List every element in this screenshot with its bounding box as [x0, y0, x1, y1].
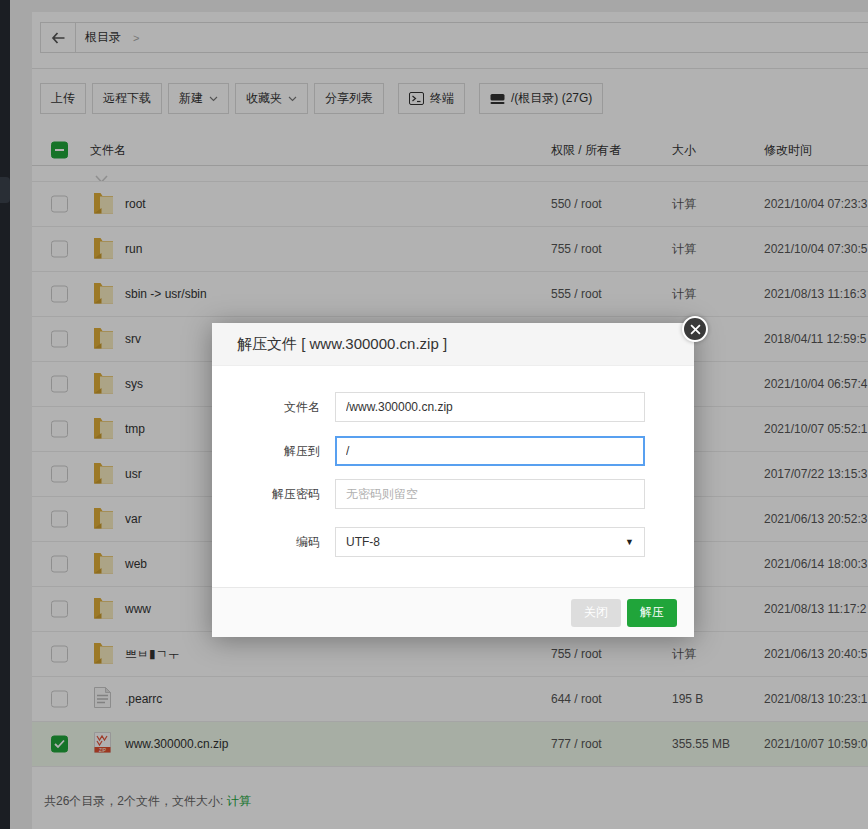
form-row-filename: 文件名	[212, 392, 694, 422]
extract-to-input[interactable]	[335, 436, 645, 466]
field-label: 解压到	[212, 443, 320, 460]
dialog-title: 解压文件 [ www.300000.cn.zip ]	[237, 335, 447, 354]
form-row-password: 解压密码	[212, 479, 694, 509]
close-icon	[690, 324, 701, 335]
form-row-extract-to: 解压到	[212, 436, 694, 466]
field-label: 编码	[212, 534, 320, 551]
extract-dialog: 解压文件 [ www.300000.cn.zip ] 文件名解压到解压密码编码 U…	[212, 323, 694, 637]
dialog-footer: 关闭 解压	[212, 587, 694, 637]
filename-input[interactable]	[335, 392, 645, 422]
form-row-encoding: 编码 UTF-8▼	[212, 527, 694, 557]
dialog-body: 文件名解压到解压密码编码 UTF-8▼	[212, 366, 694, 557]
field-label: 文件名	[212, 399, 320, 416]
dialog-header: 解压文件 [ www.300000.cn.zip ]	[212, 323, 694, 366]
select-arrow-icon: ▼	[625, 537, 634, 547]
dialog-confirm-button[interactable]: 解压	[627, 599, 677, 627]
encoding-select[interactable]: UTF-8▼	[335, 527, 645, 557]
dialog-cancel-button[interactable]: 关闭	[571, 599, 621, 627]
dialog-close-button[interactable]	[682, 316, 708, 342]
field-label: 解压密码	[212, 486, 320, 503]
password-input[interactable]	[335, 479, 645, 509]
